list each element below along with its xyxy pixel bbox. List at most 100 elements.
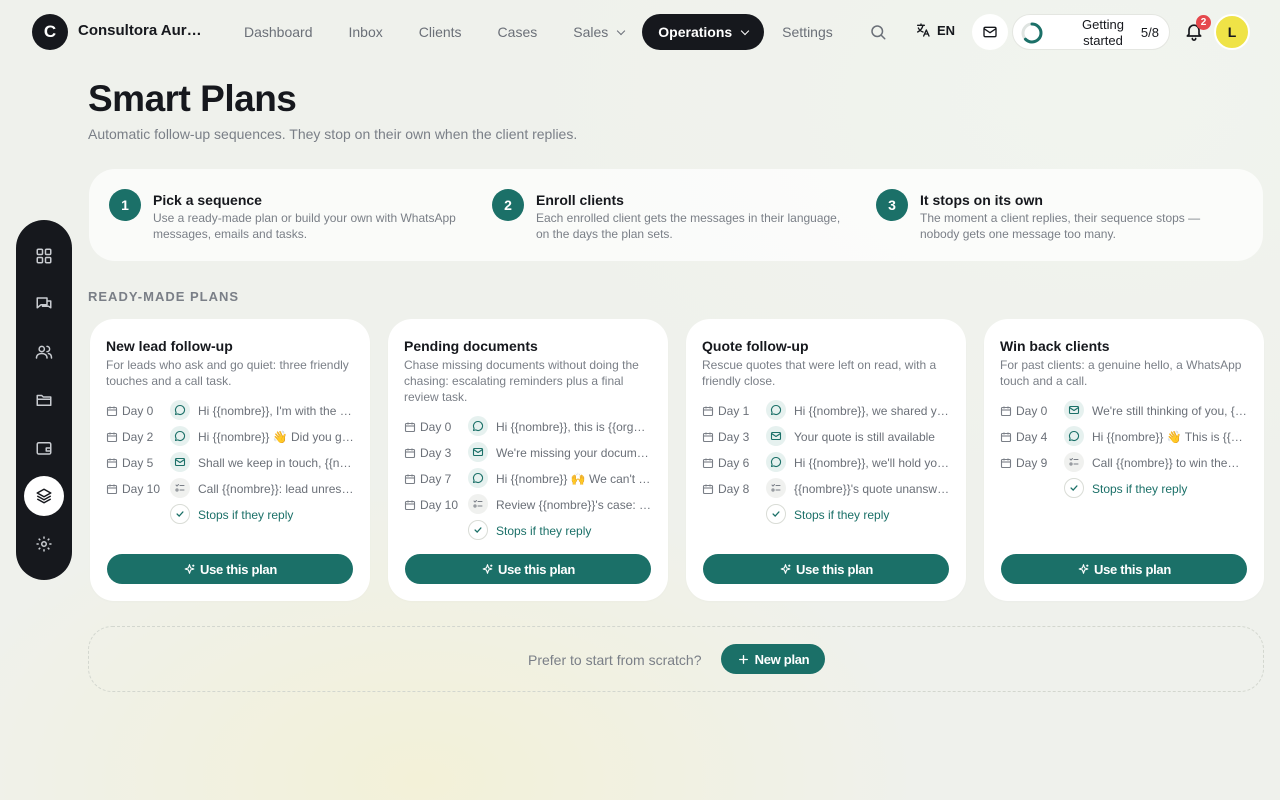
new-plan-label: New plan	[754, 651, 810, 667]
new-plan-button[interactable]: New plan	[721, 644, 825, 674]
check-circle	[468, 520, 488, 540]
rail-dashboard[interactable]	[24, 236, 64, 276]
step-number: 1	[109, 189, 141, 221]
calendar-icon	[702, 458, 714, 469]
whatsapp-icon	[766, 400, 786, 420]
stops-label: Stops if they reply	[198, 508, 294, 522]
touch-day: Day 1	[718, 404, 750, 418]
plan-desc: Rescue quotes that were left on read, wi…	[702, 358, 937, 388]
whatsapp-icon	[766, 452, 786, 472]
language-switcher[interactable]: EN	[915, 22, 955, 38]
gear-icon	[36, 536, 52, 552]
folder-icon	[36, 394, 52, 406]
touch-day: Day 9	[1016, 456, 1048, 470]
section-label: READY-MADE PLANS	[88, 289, 240, 304]
how-it-works: 1 Pick a sequence Use a ready-made plan …	[89, 169, 1263, 261]
chevron-down-icon	[617, 26, 626, 35]
nav-sales[interactable]: Sales	[555, 14, 642, 50]
whatsapp-icon	[1064, 426, 1084, 446]
step-desc: The moment a client replies, their seque…	[920, 211, 1201, 241]
translate-icon	[917, 23, 930, 37]
getting-started-widget[interactable]: Getting started 5/8	[1012, 14, 1170, 50]
nav-clients[interactable]: Clients	[401, 14, 480, 50]
user-avatar[interactable]: L	[1214, 14, 1250, 50]
layers-icon	[36, 488, 52, 504]
brand-logo[interactable]: C	[32, 14, 68, 50]
nav-dashboard[interactable]: Dashboard	[226, 14, 331, 50]
side-rail	[16, 220, 72, 580]
rail-wallet[interactable]	[24, 428, 64, 468]
step-desc: Each enrolled client gets the messages i…	[536, 211, 841, 241]
calendar-icon	[702, 484, 714, 495]
touch-day: Day 0	[1016, 404, 1048, 418]
chevron-down-icon	[740, 26, 750, 35]
users-icon	[35, 345, 53, 359]
scratch-text: Prefer to start from scratch?	[528, 652, 702, 668]
touch-text: Call {{nombre}} to win them back	[1092, 456, 1248, 470]
check-icon	[1070, 485, 1078, 491]
touch-text: Hi {{nombre}}, I'm with the {{organizaci…	[198, 404, 354, 418]
use-plan-button[interactable]: Use this plan	[405, 554, 651, 584]
touch-day: Day 5	[122, 456, 154, 470]
use-plan-button[interactable]: Use this plan	[703, 554, 949, 584]
calendar-icon	[404, 422, 416, 433]
step-title: Pick a sequence	[153, 192, 262, 208]
check-circle	[170, 504, 190, 524]
rail-settings[interactable]	[24, 524, 64, 564]
touch-text: Hi {{nombre}} 👋 This is {{organizacion}}	[1092, 430, 1248, 444]
dashboard-icon	[36, 248, 52, 264]
plan-card: Quote follow-up Rescue quotes that were l…	[686, 319, 966, 601]
touch-text: Hi {{nombre}}, this is {{organizacion}}	[496, 420, 652, 434]
task-icon	[1064, 452, 1084, 472]
use-plan-label: Use this plan	[795, 561, 873, 577]
sparkle-icon	[780, 563, 791, 574]
plan-title: Pending documents	[404, 338, 538, 354]
task-icon	[468, 494, 488, 514]
calendar-icon	[702, 432, 714, 443]
touch-day: Day 10	[420, 498, 459, 512]
use-plan-button[interactable]: Use this plan	[107, 554, 353, 584]
rail-plans[interactable]	[24, 476, 64, 516]
calendar-icon	[1000, 432, 1012, 443]
touch-day: Day 8	[718, 482, 750, 496]
calendar-icon	[106, 406, 118, 417]
calendar-icon	[404, 448, 416, 459]
nav-operations[interactable]: Operations	[642, 14, 765, 50]
use-plan-button[interactable]: Use this plan	[1001, 554, 1247, 584]
main-nav: Dashboard Inbox Clients Cases Sales Oper…	[226, 14, 851, 50]
scratch-section: Prefer to start from scratch? New plan	[88, 626, 1264, 692]
calendar-icon	[404, 474, 416, 485]
calendar-icon	[106, 432, 118, 443]
calendar-icon	[106, 458, 118, 469]
use-plan-label: Use this plan	[497, 561, 575, 577]
search-icon[interactable]	[869, 23, 887, 41]
rail-folder[interactable]	[24, 380, 64, 420]
nav-cases[interactable]: Cases	[480, 14, 556, 50]
chat-icon	[36, 297, 52, 309]
touch-day: Day 2	[122, 430, 154, 444]
rail-users[interactable]	[24, 332, 64, 372]
touch-text: We're still thinking of you, {{nombre}}	[1092, 404, 1248, 418]
stops-label: Stops if they reply	[1092, 482, 1188, 496]
plan-card: Win back clients For past clients: a genu…	[984, 319, 1264, 601]
touch-day: Day 7	[420, 472, 452, 486]
nav-settings[interactable]: Settings	[764, 14, 851, 50]
nav-inbox[interactable]: Inbox	[331, 14, 401, 50]
touch-text: Your quote is still available	[794, 430, 935, 444]
nav-label: Dashboard	[244, 24, 313, 40]
getting-started-label: Getting started	[1082, 17, 1124, 48]
touch-day: Day 4	[1016, 430, 1048, 444]
touch-text: Hi {{nombre}}, we shared your quote	[794, 404, 950, 418]
mail-button[interactable]	[972, 14, 1008, 50]
wallet-icon	[36, 442, 52, 455]
brand-name[interactable]: Consultora Aurora	[78, 22, 204, 39]
calendar-icon	[106, 484, 118, 495]
sparkle-icon	[1078, 563, 1089, 574]
touch-day: Day 3	[420, 446, 452, 460]
mail-icon	[468, 442, 488, 462]
use-plan-label: Use this plan	[1093, 561, 1171, 577]
rail-chat[interactable]	[24, 284, 64, 324]
mail-icon	[766, 426, 786, 446]
check-icon	[474, 527, 482, 533]
touch-text: Shall we keep in touch, {{nombre}}?	[198, 456, 354, 470]
